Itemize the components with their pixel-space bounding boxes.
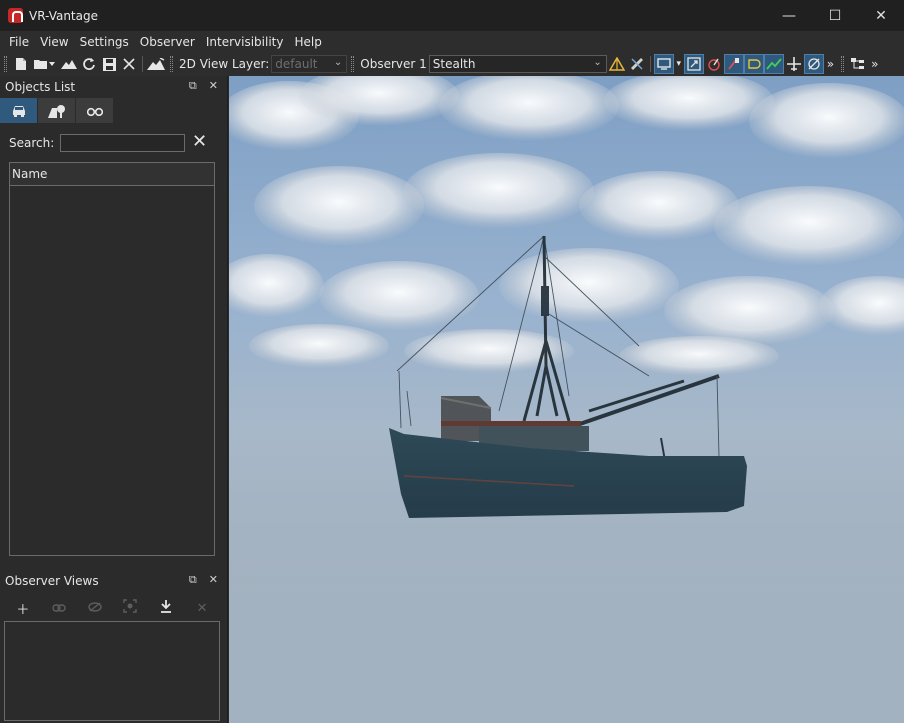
line-of-sight-icon[interactable] <box>763 54 784 74</box>
download-view-icon[interactable] <box>155 599 177 617</box>
terrain-icon[interactable] <box>59 54 79 74</box>
view-layer-label: 2D View Layer: <box>179 57 270 71</box>
scene-graphic <box>229 76 904 723</box>
window-title: VR-Vantage <box>29 8 98 23</box>
zoom-extents-icon[interactable] <box>683 54 704 74</box>
toolbar-separator <box>649 56 651 72</box>
menu-observer[interactable]: Observer <box>135 35 200 49</box>
toolbar-overflow-button[interactable]: » <box>827 57 834 71</box>
car-icon <box>12 105 25 117</box>
terrain-edit-icon[interactable] <box>146 54 166 74</box>
observer-views-title-bar: Observer Views ⧉ ✕ <box>0 570 228 591</box>
menu-intervisibility[interactable]: Intervisibility <box>201 35 289 49</box>
search-input[interactable] <box>60 134 186 152</box>
clear-search-icon[interactable]: ✕ <box>192 133 207 151</box>
chevron-down-icon[interactable]: ▾ <box>674 54 684 74</box>
title-bar: VR-Vantage — ☐ ✕ <box>0 0 904 31</box>
menu-bar: File View Settings Observer Intervisibil… <box>0 31 904 52</box>
dock-buttons: ⧉ ✕ <box>189 79 218 93</box>
tab-observers[interactable] <box>76 98 114 123</box>
float-panel-icon[interactable]: ⧉ <box>189 79 197 93</box>
toolbar-separator <box>142 56 143 72</box>
binoculars-icon <box>86 107 103 116</box>
reload-icon[interactable] <box>79 54 99 74</box>
observer-mode-select[interactable]: Stealth ⌄ <box>428 55 607 73</box>
new-document-icon[interactable] <box>11 54 31 74</box>
float-panel-icon[interactable]: ⧉ <box>189 573 197 587</box>
disable-sensor-icon[interactable] <box>803 54 824 74</box>
radar-icon[interactable] <box>704 54 724 74</box>
view-layer-value: default <box>275 57 318 71</box>
hide-view-icon[interactable] <box>84 601 106 616</box>
close-panel-icon[interactable]: ✕ <box>209 79 218 93</box>
objects-list-title-bar: Objects List ⧉ ✕ <box>0 76 228 97</box>
left-dock: Objects List ⧉ ✕ Search: ✕ Name Observer… <box>0 76 228 723</box>
link-view-icon[interactable] <box>48 601 70 616</box>
menu-settings[interactable]: Settings <box>75 35 134 49</box>
chevron-down-icon: ⌄ <box>593 57 602 68</box>
view-mode-icon[interactable] <box>653 54 674 74</box>
sensor-icon[interactable] <box>743 54 764 74</box>
chevron-down-icon: ⌄ <box>333 57 343 68</box>
save-icon[interactable] <box>99 54 119 74</box>
app-logo-icon <box>8 8 23 23</box>
probe-icon[interactable] <box>723 54 744 74</box>
search-row: Search: <box>9 134 186 152</box>
window-controls: — ☐ ✕ <box>766 0 904 31</box>
hierarchy-icon[interactable] <box>848 54 868 74</box>
observer-views-list[interactable] <box>4 621 220 721</box>
toolbar-grip[interactable] <box>351 56 355 72</box>
objects-list-title: Objects List <box>5 79 76 94</box>
delete-view-icon[interactable]: ✕ <box>191 601 213 616</box>
main-toolbar: 2D View Layer: default ⌄ Observer 1 Stea… <box>0 52 904 76</box>
close-window-button[interactable]: ✕ <box>858 0 904 31</box>
3d-viewport[interactable] <box>229 76 904 723</box>
tab-vehicles[interactable] <box>0 98 38 123</box>
close-panel-icon[interactable]: ✕ <box>209 573 218 587</box>
observer-label: Observer 1 <box>360 57 427 71</box>
tab-environment[interactable] <box>38 98 76 123</box>
menu-view[interactable]: View <box>35 35 73 49</box>
toolbar-grip[interactable] <box>841 56 845 72</box>
menu-help[interactable]: Help <box>289 35 326 49</box>
view-layer-select[interactable]: default ⌄ <box>271 55 348 73</box>
observer-views-toolbar: ＋ ✕ <box>5 596 220 620</box>
open-folder-icon[interactable] <box>31 54 59 74</box>
pyramid-icon[interactable] <box>607 54 627 74</box>
clouds <box>229 76 904 376</box>
column-header-name[interactable]: Name <box>10 163 214 186</box>
aircraft-icon[interactable] <box>784 54 804 74</box>
toolbar-grip[interactable] <box>4 56 7 72</box>
capture-view-icon[interactable] <box>119 599 141 617</box>
search-label: Search: <box>9 136 55 150</box>
close-scenario-icon[interactable] <box>119 54 139 74</box>
minimize-button[interactable]: — <box>766 0 812 31</box>
dock-buttons: ⧉ ✕ <box>189 573 218 587</box>
menu-file[interactable]: File <box>4 35 34 49</box>
objects-list[interactable]: Name <box>9 162 215 556</box>
toolbar-grip[interactable] <box>170 56 173 72</box>
toolbar-overflow-button[interactable]: » <box>871 57 878 71</box>
measure-icon[interactable] <box>627 54 647 74</box>
observer-views-title: Observer Views <box>5 573 99 588</box>
add-view-icon[interactable]: ＋ <box>12 599 34 618</box>
objects-tabs <box>0 98 114 123</box>
maximize-button[interactable]: ☐ <box>812 0 858 31</box>
terrain-tree-icon <box>47 104 65 118</box>
observer-mode-value: Stealth <box>432 57 476 71</box>
